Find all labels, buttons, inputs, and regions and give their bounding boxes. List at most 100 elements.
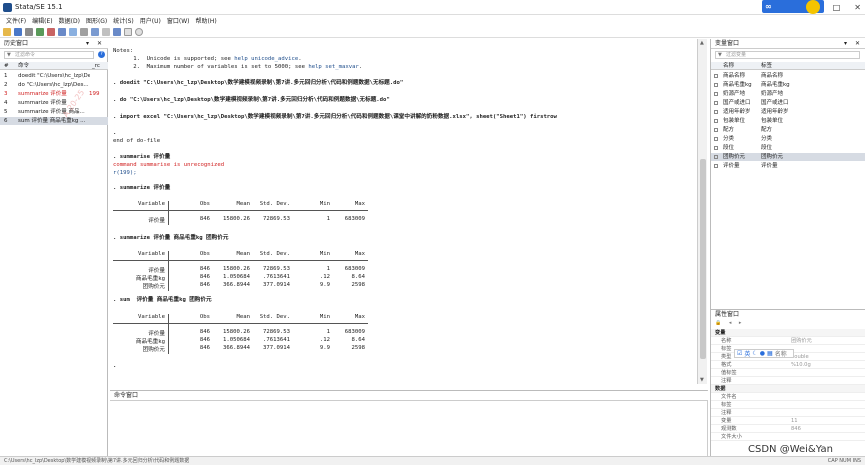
stata-app-icon (3, 3, 12, 12)
menu-window[interactable]: 窗口(W) (167, 16, 190, 25)
do-file-editor-icon[interactable] (69, 27, 77, 36)
panel-controls[interactable]: ▾ ✕ (86, 39, 105, 49)
viewer-icon[interactable] (47, 27, 55, 36)
data-browser-icon[interactable] (91, 27, 99, 36)
variable-row[interactable]: 配方 配方 (711, 126, 865, 134)
edit-icon[interactable]: ☑ (737, 350, 742, 357)
moon-icon[interactable]: ☾ (752, 350, 757, 357)
cmd-summarize-2: . summarize 评价量 商品毛重kg 团购价元 (113, 235, 229, 241)
history-row[interactable]: 5 summarize 评价量 商品... (0, 108, 108, 116)
history-row[interactable]: 2 do "C:\Users\hc_lzp\Des... (0, 81, 108, 89)
history-row-selected[interactable]: 6 sum 评价量 商品毛重kg ... (0, 117, 108, 125)
variables-manager-icon[interactable] (102, 27, 110, 36)
variable-name: 分类 (723, 136, 735, 142)
results-scrollbar[interactable]: ▲ ▼ (697, 39, 707, 384)
data-editor-icon[interactable] (80, 27, 88, 36)
break-icon[interactable] (124, 27, 132, 36)
properties-toolbar[interactable]: 🔒 ◂ ▸ (715, 320, 744, 326)
checkbox-icon[interactable] (714, 83, 718, 87)
menu-user[interactable]: 用户(U) (140, 16, 161, 25)
checkbox-icon[interactable] (714, 119, 718, 123)
variable-label: 团购价元 (761, 154, 784, 160)
prop-row[interactable]: 标签 (711, 401, 865, 409)
graph-icon[interactable] (58, 27, 66, 36)
variable-row[interactable]: 商品名称 商品名称 (711, 72, 865, 80)
history-filter-input[interactable]: ▼ 过滤命令 (4, 51, 94, 59)
help-icon[interactable]: ? (98, 51, 105, 58)
history-row-number: 2 (4, 82, 8, 88)
variables-filter-input[interactable]: ▼ 过滤变量 (715, 51, 860, 59)
checkbox-icon[interactable] (714, 92, 718, 96)
history-row-number: 1 (4, 73, 8, 79)
menu-statistics[interactable]: 统计(S) (113, 16, 134, 25)
checkbox-icon[interactable] (714, 155, 718, 159)
print-icon[interactable] (25, 27, 33, 36)
grid-icon[interactable]: ▦ (767, 350, 773, 357)
variable-row[interactable]: 包装单位 包装单位 (711, 117, 865, 125)
prop-row[interactable]: 文件名 (711, 393, 865, 401)
checkbox-icon[interactable] (714, 101, 718, 105)
menu-help[interactable]: 帮助(H) (195, 16, 216, 25)
variable-row[interactable]: 段位 段位 (711, 144, 865, 152)
prop-row[interactable]: 文件大小 (711, 433, 865, 441)
variable-row[interactable]: 评价量 评价量 (711, 162, 865, 170)
prop-row[interactable]: 注释 (711, 377, 865, 385)
history-row-error[interactable]: 3 summarize 评价量 199 (0, 90, 108, 98)
stop-icon[interactable] (135, 27, 143, 36)
prop-row[interactable]: 注释 (711, 409, 865, 417)
close-icon[interactable]: ✕ (854, 3, 861, 12)
dot-line: . (113, 130, 117, 136)
scroll-down-icon[interactable]: ▼ (700, 377, 704, 383)
checkbox-icon[interactable] (714, 164, 718, 168)
variable-row[interactable]: 国产或进口 国产或进口 (711, 99, 865, 107)
prop-section[interactable]: 数据 (711, 385, 865, 393)
menu-data[interactable]: 数据(D) (59, 16, 80, 25)
variable-row[interactable]: 适用年龄岁 适用年龄岁 (711, 108, 865, 116)
history-row[interactable]: 1 doedit "C:\Users\hc_lzp\Desk... (0, 72, 108, 80)
notes-header: Notes: (113, 48, 134, 54)
log-icon[interactable] (36, 27, 44, 36)
history-row-command: summarize 评价量 商品... (18, 109, 85, 115)
note-2-text: 2. Maximum number of variables is set to… (113, 64, 309, 70)
note-1-end: . (298, 56, 302, 62)
floating-input-toolbar[interactable]: ☑ 英 ☾ ● ▦ 名称 (734, 349, 794, 358)
prop-value: 846 (791, 426, 801, 432)
note-2-link[interactable]: help set_maxvar (308, 64, 359, 70)
maximize-icon[interactable]: □ (833, 3, 841, 12)
lang-icon[interactable]: 英 (744, 349, 750, 358)
prop-section[interactable]: 变量 (711, 329, 865, 337)
variable-row[interactable]: 奶源产地 奶源产地 (711, 90, 865, 98)
note-1-link[interactable]: help unicode_advice (234, 56, 298, 62)
open-icon[interactable] (3, 27, 11, 36)
error-code[interactable]: r(199); (113, 170, 137, 177)
user-icon[interactable]: ● (760, 350, 765, 357)
history-col-cmd: 命令 (18, 63, 30, 69)
variable-row-selected[interactable]: 团购价元 团购价元 (711, 153, 865, 161)
end-of-do-file: end of do-file (113, 138, 161, 144)
history-row[interactable]: 4 summarize 评价量 (0, 99, 108, 107)
save-icon[interactable] (14, 27, 22, 36)
prop-row[interactable]: 格式 %10.0g (711, 361, 865, 369)
prop-row[interactable]: 变量 11 (711, 417, 865, 425)
checkbox-icon[interactable] (714, 74, 718, 78)
variable-row[interactable]: 商品毛重kg 商品毛重kg (711, 81, 865, 89)
checkbox-icon[interactable] (714, 137, 718, 141)
prop-row[interactable]: 观测数 846 (711, 425, 865, 433)
more-icon[interactable] (113, 27, 121, 36)
scroll-thumb[interactable] (700, 159, 706, 359)
recording-overlay: ∞ (762, 0, 824, 14)
menu-edit[interactable]: 编辑(E) (32, 16, 52, 25)
menu-graphics[interactable]: 图形(G) (86, 16, 107, 25)
cell-var: 评价量 (148, 331, 165, 337)
checkbox-icon[interactable] (714, 146, 718, 150)
checkbox-icon[interactable] (714, 110, 718, 114)
prop-row[interactable]: 名称 团购价元 (711, 337, 865, 345)
menu-file[interactable]: 文件(F) (6, 16, 26, 25)
command-window[interactable]: 命令窗口 (110, 390, 708, 456)
scroll-up-icon[interactable]: ▲ (700, 40, 704, 46)
panel-controls[interactable]: ▾ ✕ (844, 39, 863, 49)
history-panel-title: 历史窗口 (4, 40, 29, 47)
prop-row[interactable]: 值标签 (711, 369, 865, 377)
checkbox-icon[interactable] (714, 128, 718, 132)
variable-row[interactable]: 分类 分类 (711, 135, 865, 143)
